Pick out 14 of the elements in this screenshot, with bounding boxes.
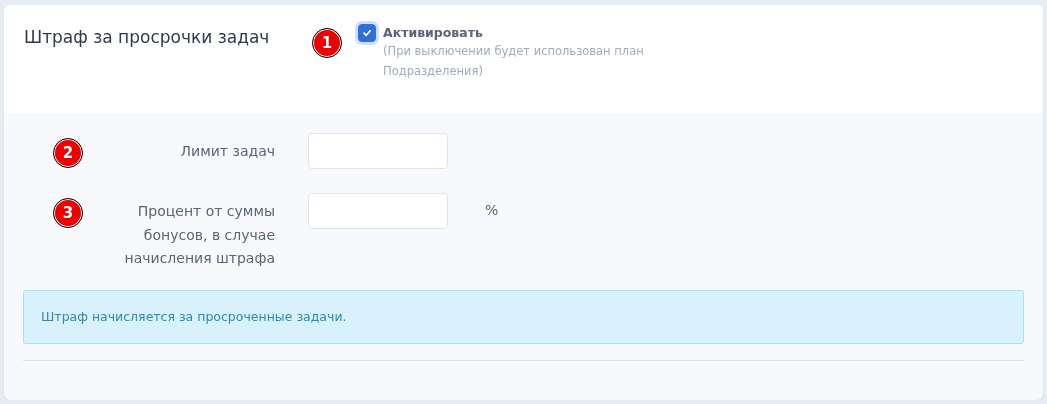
field-label: Лимит задач [179, 142, 275, 161]
input-field[interactable] [308, 133, 448, 169]
checkbox-label: Активировать [383, 25, 484, 40]
number-marker: 2 [53, 138, 83, 168]
section-title: Штраф за просрочки задач [24, 27, 271, 47]
unit-label: % [485, 202, 499, 218]
number-marker: 1 [312, 28, 342, 58]
check-icon [362, 28, 372, 38]
field-label: Процент от суммы бонусов, в случае начисления штрафа [123, 202, 275, 268]
input-field[interactable] [308, 193, 448, 229]
checkbox[interactable] [358, 24, 376, 42]
number-marker: 3 [53, 198, 83, 228]
info-alert: Штраф начисляется за просроченные задачи. [23, 289, 1024, 344]
hint-text: (При выключении будет использован план Подразделения) [383, 43, 645, 80]
